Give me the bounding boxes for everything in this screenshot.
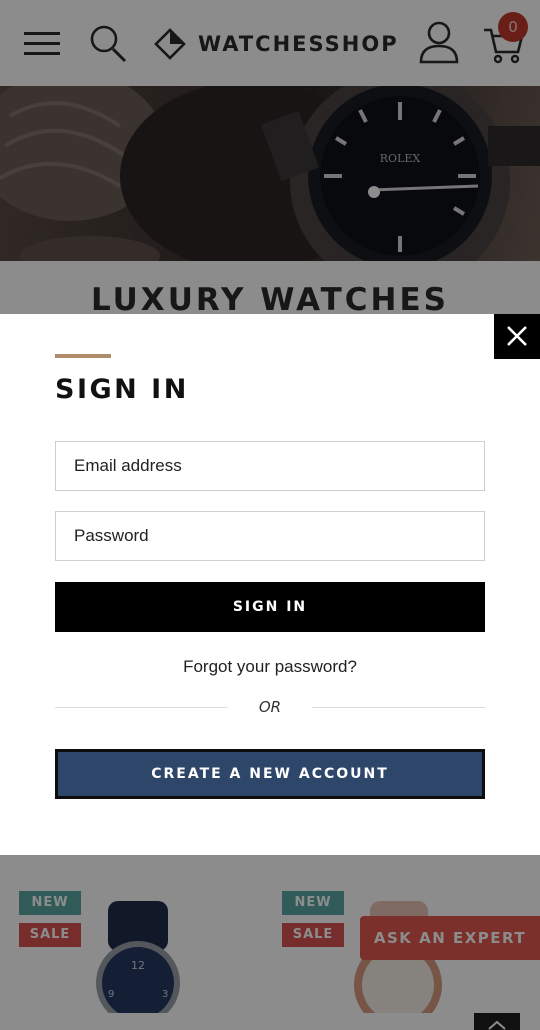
create-account-button[interactable]: CREATE A NEW ACCOUNT [55,749,485,799]
sign-in-button[interactable]: SIGN IN [55,582,485,632]
sign-in-modal: SIGN IN SIGN IN Forgot your password? OR… [0,314,540,855]
or-separator: OR [258,698,282,716]
close-icon [507,326,527,346]
divider-line [55,707,228,708]
forgot-password-link[interactable]: Forgot your password? [55,657,485,677]
title-accent-bar [55,354,111,358]
close-button[interactable] [494,314,540,359]
password-field[interactable] [55,511,485,561]
email-field[interactable] [55,441,485,491]
divider-line [312,707,485,708]
modal-backdrop[interactable] [0,0,540,314]
modal-title: SIGN IN [55,374,189,405]
modal-backdrop[interactable] [0,855,540,1030]
